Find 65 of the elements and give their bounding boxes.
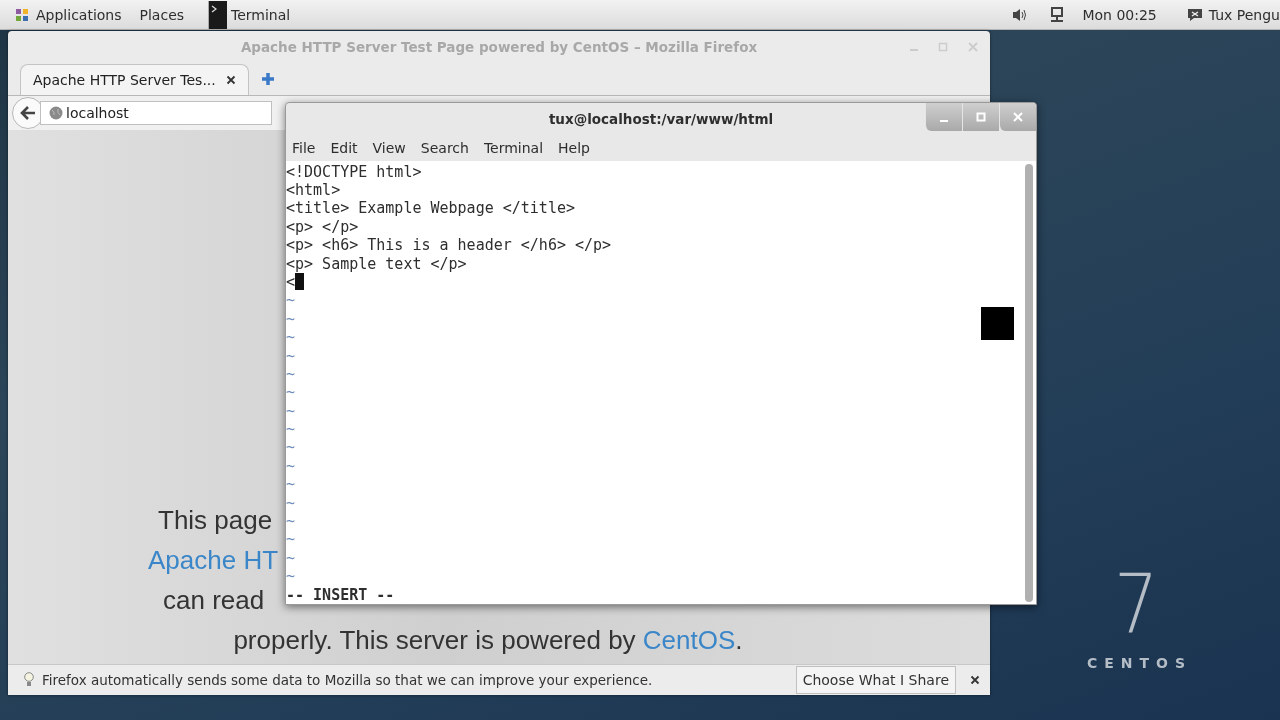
browser-tab[interactable]: Apache HTTP Server Tes... [20, 64, 249, 95]
scrollbar[interactable] [1025, 163, 1033, 602]
top-bar-menu[interactable]: Applications [36, 6, 122, 23]
code-line: < [286, 272, 296, 292]
close-icon[interactable] [970, 675, 980, 685]
terminal-icon [209, 0, 228, 29]
empty-line-marker: ~ [286, 383, 296, 402]
close-icon [1013, 112, 1023, 122]
empty-line-marker: ~ [286, 291, 296, 310]
square-block [981, 306, 1014, 340]
menu-item[interactable]: Terminal [483, 139, 544, 156]
maximize-button[interactable] [962, 103, 999, 131]
mode-indicator: -- INSERT -- [286, 585, 395, 604]
logo-number: 7 [1113, 565, 1159, 645]
code-line: <html> [286, 181, 342, 200]
empty-line-marker: ~ [286, 475, 296, 494]
top-bar-menu[interactable]: Places [139, 6, 185, 23]
menu-item[interactable]: View [372, 139, 406, 156]
taskbar-item[interactable]: Terminal [208, 0, 291, 29]
logo-text: CENTOS [1085, 655, 1193, 671]
code-line: <title> Example Webpage </title> [286, 199, 576, 218]
empty-line-marker: ~ [286, 364, 296, 383]
close-button[interactable] [999, 103, 1036, 131]
page-text: properly. This server is powered by CentOS. [232, 624, 744, 657]
user-menu[interactable]: Tux Pengu [1208, 6, 1280, 23]
empty-line-marker: ~ [286, 493, 296, 512]
window-title: Apache HTTP Server Test Page powered by CentOS – Mozilla Firefox [240, 39, 758, 55]
empty-line-marker: ~ [286, 548, 296, 567]
code-line: <!DOCTYPE html> [286, 162, 423, 181]
volume-icon[interactable] [1012, 7, 1029, 22]
empty-line-marker: ~ [286, 456, 296, 475]
empty-line-marker: ~ [286, 438, 296, 457]
menu-item[interactable]: Search [420, 139, 469, 156]
share-button[interactable]: Choose What I Share [795, 666, 956, 694]
menu-item[interactable]: Edit [330, 139, 358, 156]
url-field[interactable]: localhost [40, 101, 272, 125]
user-icon[interactable] [1186, 7, 1203, 22]
clock[interactable]: Mon 00:25 [1082, 6, 1157, 23]
empty-line-marker: ~ [286, 512, 296, 531]
page-text: This page [158, 504, 273, 537]
empty-line-marker: ~ [286, 530, 296, 549]
globe-icon [49, 106, 63, 120]
network-icon[interactable] [1050, 6, 1065, 23]
code-line: <p> </p> [286, 217, 360, 237]
lightbulb-icon [24, 672, 34, 688]
new-tab-icon[interactable] [260, 72, 275, 86]
apps-icon [14, 6, 30, 23]
notification-text: Firefox automatically sends some data to Mozilla so that we can improve your experience. [42, 672, 654, 688]
empty-line-marker: ~ [286, 401, 296, 420]
empty-line-marker: ~ [286, 567, 296, 586]
code-line: <p> <h6> This is a header </h6> </p> [286, 236, 613, 255]
empty-line-marker: ~ [286, 346, 296, 365]
back-arrow-icon [20, 106, 36, 120]
minimize-icon [940, 120, 948, 122]
empty-line-marker: ~ [286, 309, 296, 328]
menu-item[interactable]: File [292, 139, 316, 156]
code-line: <p> Sample text </p> [286, 254, 468, 273]
maximize-icon [976, 112, 986, 122]
empty-line-marker: ~ [286, 420, 296, 439]
window-title: tux@localhost:/var/www/html [548, 110, 774, 127]
page-text: can read [163, 584, 265, 617]
close-icon[interactable] [225, 75, 236, 85]
text-cursor [295, 272, 305, 290]
menu-item[interactable]: Help [558, 139, 590, 156]
empty-line-marker: ~ [286, 328, 296, 347]
